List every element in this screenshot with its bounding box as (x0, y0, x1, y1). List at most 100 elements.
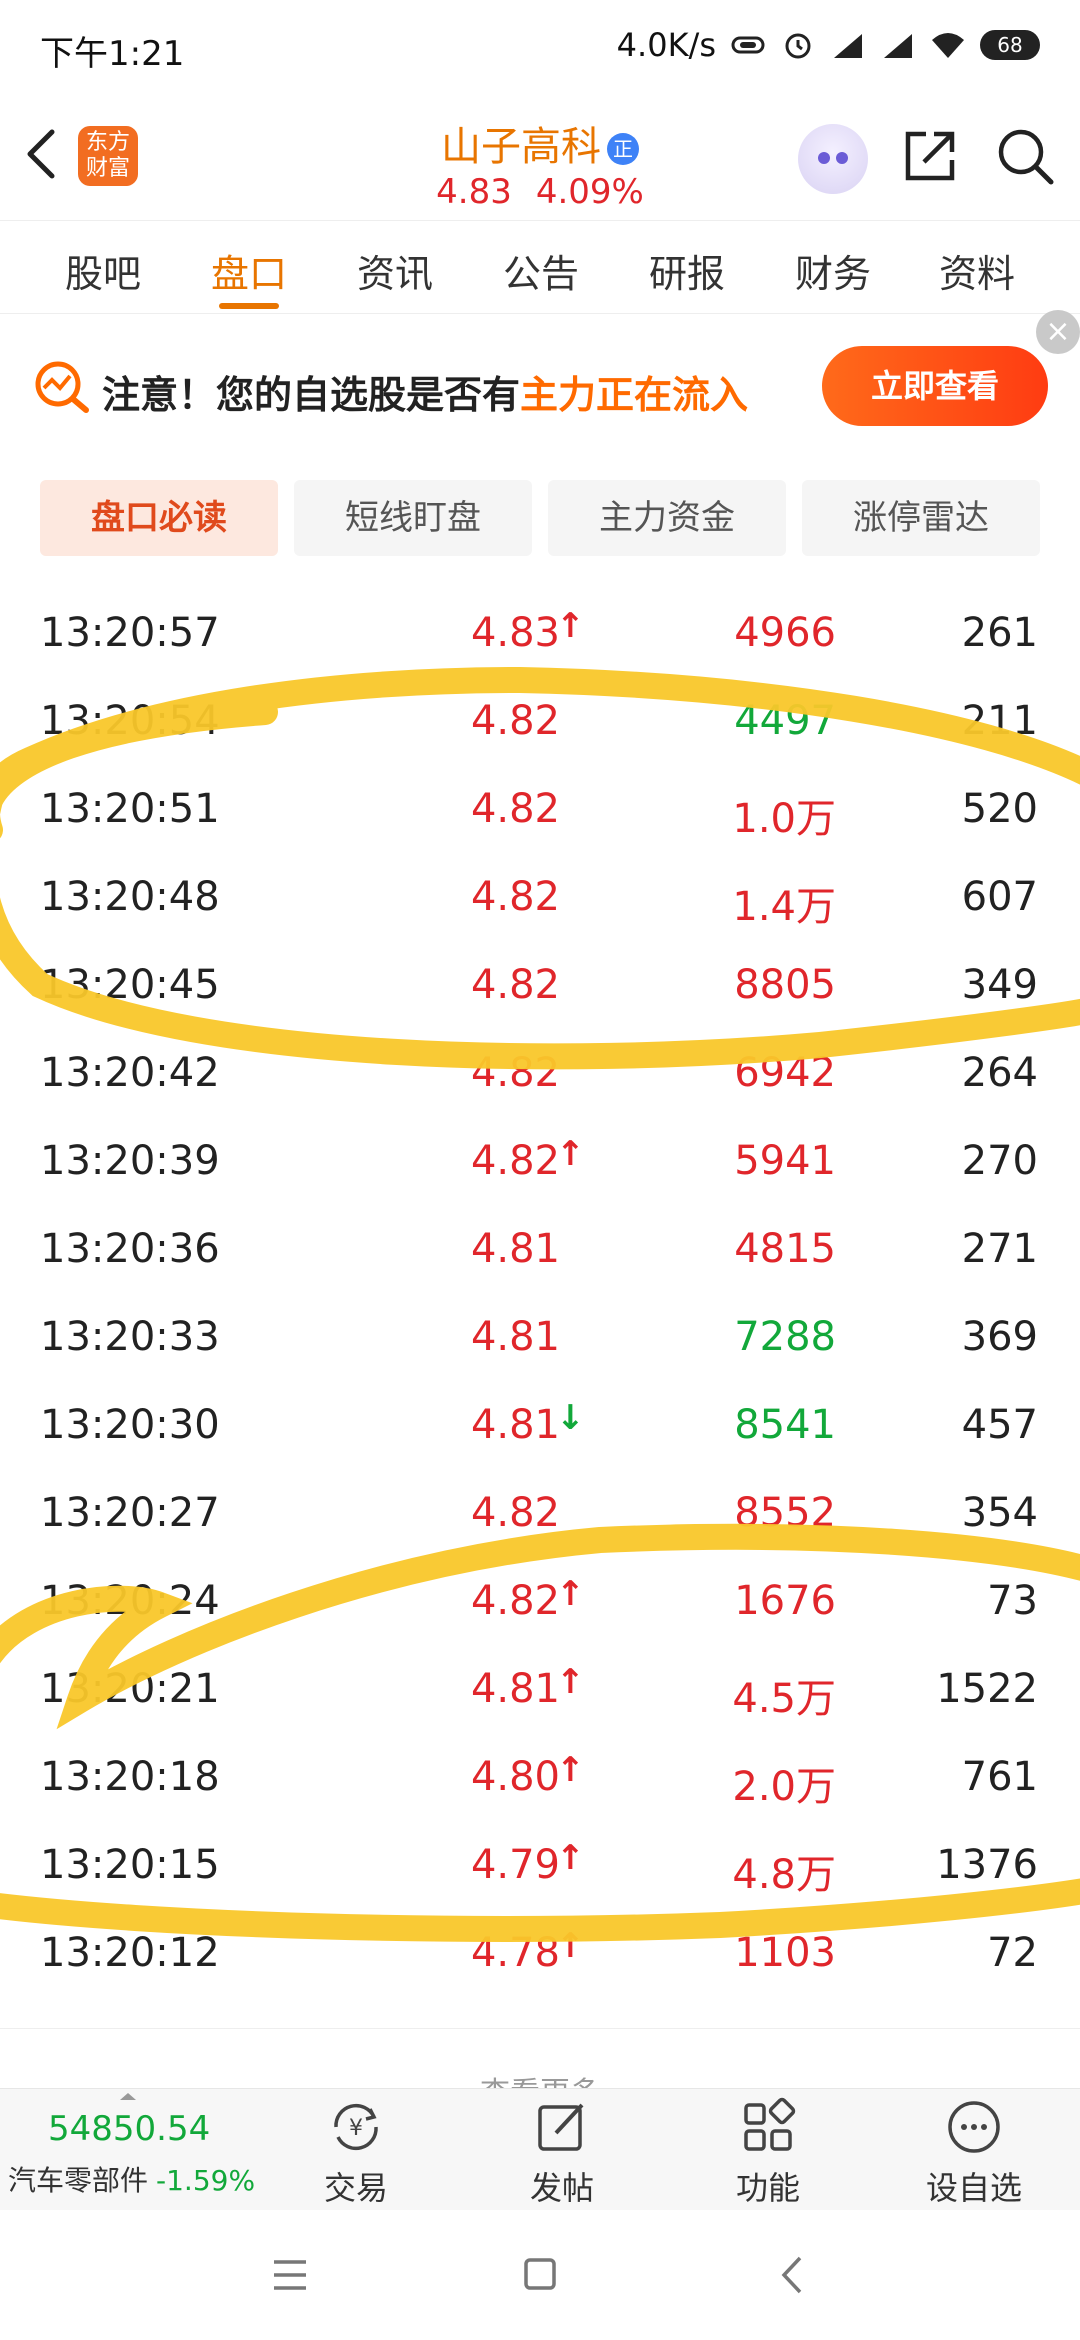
tab-pankou[interactable]: 盘口 (194, 243, 304, 298)
arrow-up-icon: ↑ (556, 1750, 585, 1790)
trade-count: 369 (961, 1314, 1038, 1360)
trade-count: 1522 (936, 1666, 1038, 1712)
view-now-button[interactable]: 立即查看 (822, 346, 1048, 426)
trade-row: 13:20:39 4.82 ↑ 5941 270 (0, 1124, 1080, 1212)
arrow-up-icon: ↑ (556, 1926, 585, 1966)
trade-count: 264 (961, 1050, 1038, 1096)
trade-price: 4.82 (470, 1050, 560, 1096)
trade-count: 72 (987, 1930, 1038, 1976)
trade-count: 261 (961, 610, 1038, 656)
functions-label: 功能 (735, 2169, 800, 2207)
trade-count: 520 (961, 786, 1038, 832)
svg-text:¥: ¥ (349, 2116, 363, 2141)
trade-row: 13:20:42 4.82 6942 264 (0, 1036, 1080, 1124)
trade-volume: 4497 (734, 698, 836, 744)
arrow-up-icon: ↑ (556, 606, 585, 646)
trade-row: 13:20:33 4.81 7288 369 (0, 1300, 1080, 1388)
robot-eye-left (818, 152, 830, 164)
home-icon[interactable] (510, 2250, 570, 2300)
trade-price: 4.81 (470, 1314, 560, 1360)
trade-row: 13:20:45 4.82 8805 349 (0, 948, 1080, 1036)
search-icon[interactable] (995, 126, 1055, 186)
sector-index-name: 汽车零部件 (8, 2164, 149, 2197)
tab-announcements[interactable]: 公告 (486, 243, 596, 298)
trade-row: 13:20:36 4.81 4815 271 (0, 1212, 1080, 1300)
tab-finance[interactable]: 财务 (778, 243, 888, 298)
trade-row: 13:20:48 4.82 1.4万 607 (0, 860, 1080, 948)
trade-price: 4.80 (470, 1754, 560, 1800)
trade-row: 13:20:54 4.82 4497 211 (0, 684, 1080, 772)
arrow-up-icon: ↑ (556, 1574, 585, 1614)
subtab-limit-up-radar[interactable]: 涨停雷达 (802, 480, 1040, 556)
trade-count: 270 (961, 1138, 1038, 1184)
trade-count: 73 (987, 1578, 1038, 1624)
trade-price: 4.79 (470, 1842, 560, 1888)
menu-icon[interactable] (260, 2250, 320, 2300)
post-button[interactable]: 发帖 (502, 2097, 622, 2209)
stock-header: 东方财富 山子高科正 4.83 4.09% (0, 96, 1080, 220)
sector-index-value[interactable]: 54850.54 (48, 2109, 210, 2149)
trade-count: 354 (961, 1490, 1038, 1536)
trade-button[interactable]: ¥ 交易 (296, 2097, 416, 2209)
trade-time: 13:20:36 (40, 1226, 220, 1272)
trade-time: 13:20:54 (40, 698, 220, 744)
add-watchlist-button[interactable]: 设自选 (914, 2097, 1034, 2209)
list-divider (0, 2028, 1080, 2029)
status-time: 下午1:21 (40, 34, 185, 74)
trade-price: 4.78 (470, 1930, 560, 1976)
trade-tick-list: 13:20:57 4.83 ↑ 4966 261 13:20:54 4.82 4497 211 1… (0, 596, 1080, 2004)
trade-volume: 4.8万 (732, 1852, 836, 1898)
robot-eye-right (836, 152, 848, 164)
see-more-link[interactable]: 查看更多 (0, 2068, 1080, 2088)
subtab-must-read[interactable]: 盘口必读 (40, 480, 278, 556)
trade-price: 4.82 (470, 1490, 560, 1536)
tab-guba[interactable]: 股吧 (48, 243, 158, 298)
trade-volume: 4815 (734, 1226, 836, 1272)
trade-time: 13:20:24 (40, 1578, 220, 1624)
trade-row: 13:20:24 4.82 ↑ 1676 73 (0, 1564, 1080, 1652)
trade-volume: 4966 (734, 610, 836, 656)
subtab-main-funds[interactable]: 主力资金 (548, 480, 786, 556)
trade-volume: 5941 (734, 1138, 836, 1184)
tab-profile[interactable]: 资料 (922, 243, 1032, 298)
alarm-icon (785, 33, 811, 59)
ai-assistant-avatar[interactable] (798, 124, 868, 194)
trade-time: 13:20:21 (40, 1666, 220, 1712)
trade-label: 交易 (323, 2169, 388, 2207)
status-bar: 下午1:21 4.0K/s 68 (0, 0, 1080, 96)
share-icon[interactable] (900, 126, 960, 186)
post-label: 发帖 (529, 2169, 594, 2207)
network-speed: 4.0K/s (616, 26, 716, 64)
caret-up-icon (120, 2093, 136, 2100)
trade-count: 607 (961, 874, 1038, 920)
yuan-refresh-icon: ¥ (334, 2103, 378, 2151)
trade-time: 13:20:12 (40, 1930, 220, 1976)
sector-index[interactable]: 汽车零部件 -1.59% (8, 2159, 255, 2199)
trade-price: 4.82 (470, 1578, 560, 1624)
arrow-up-icon: ↑ (556, 1134, 585, 1174)
status-icons: 4.0K/s 68 (617, 26, 1040, 64)
link-icon (731, 36, 765, 54)
trade-volume: 6942 (734, 1050, 836, 1096)
trade-count: 349 (961, 962, 1038, 1008)
stock-price: 4.83 (436, 172, 512, 212)
promo-banner[interactable]: 注意！您的自选股是否有主力正在流入 立即查看 (0, 336, 1080, 436)
trade-time: 13:20:15 (40, 1842, 220, 1888)
trade-row: 13:20:27 4.82 8552 354 (0, 1476, 1080, 1564)
functions-button[interactable]: 功能 (708, 2097, 828, 2209)
trade-volume: 7288 (734, 1314, 836, 1360)
trade-volume: 1.4万 (732, 884, 836, 930)
trade-count: 1376 (936, 1842, 1038, 1888)
tab-news[interactable]: 资讯 (340, 243, 450, 298)
banner-text-highlight: 主力正在流入 (520, 373, 749, 417)
subtab-short-term[interactable]: 短线盯盘 (294, 480, 532, 556)
stock-name: 山子高科 (441, 124, 601, 170)
back-nav-icon[interactable] (764, 2250, 824, 2300)
trade-time: 13:20:45 (40, 962, 220, 1008)
trade-row: 13:20:57 4.83 ↑ 4966 261 (0, 596, 1080, 684)
system-nav-bar (0, 2210, 1080, 2340)
tab-research[interactable]: 研报 (632, 243, 742, 298)
sector-index-change: -1.59% (156, 2164, 256, 2197)
trade-price: 4.83 (470, 610, 560, 656)
trade-count: 271 (961, 1226, 1038, 1272)
